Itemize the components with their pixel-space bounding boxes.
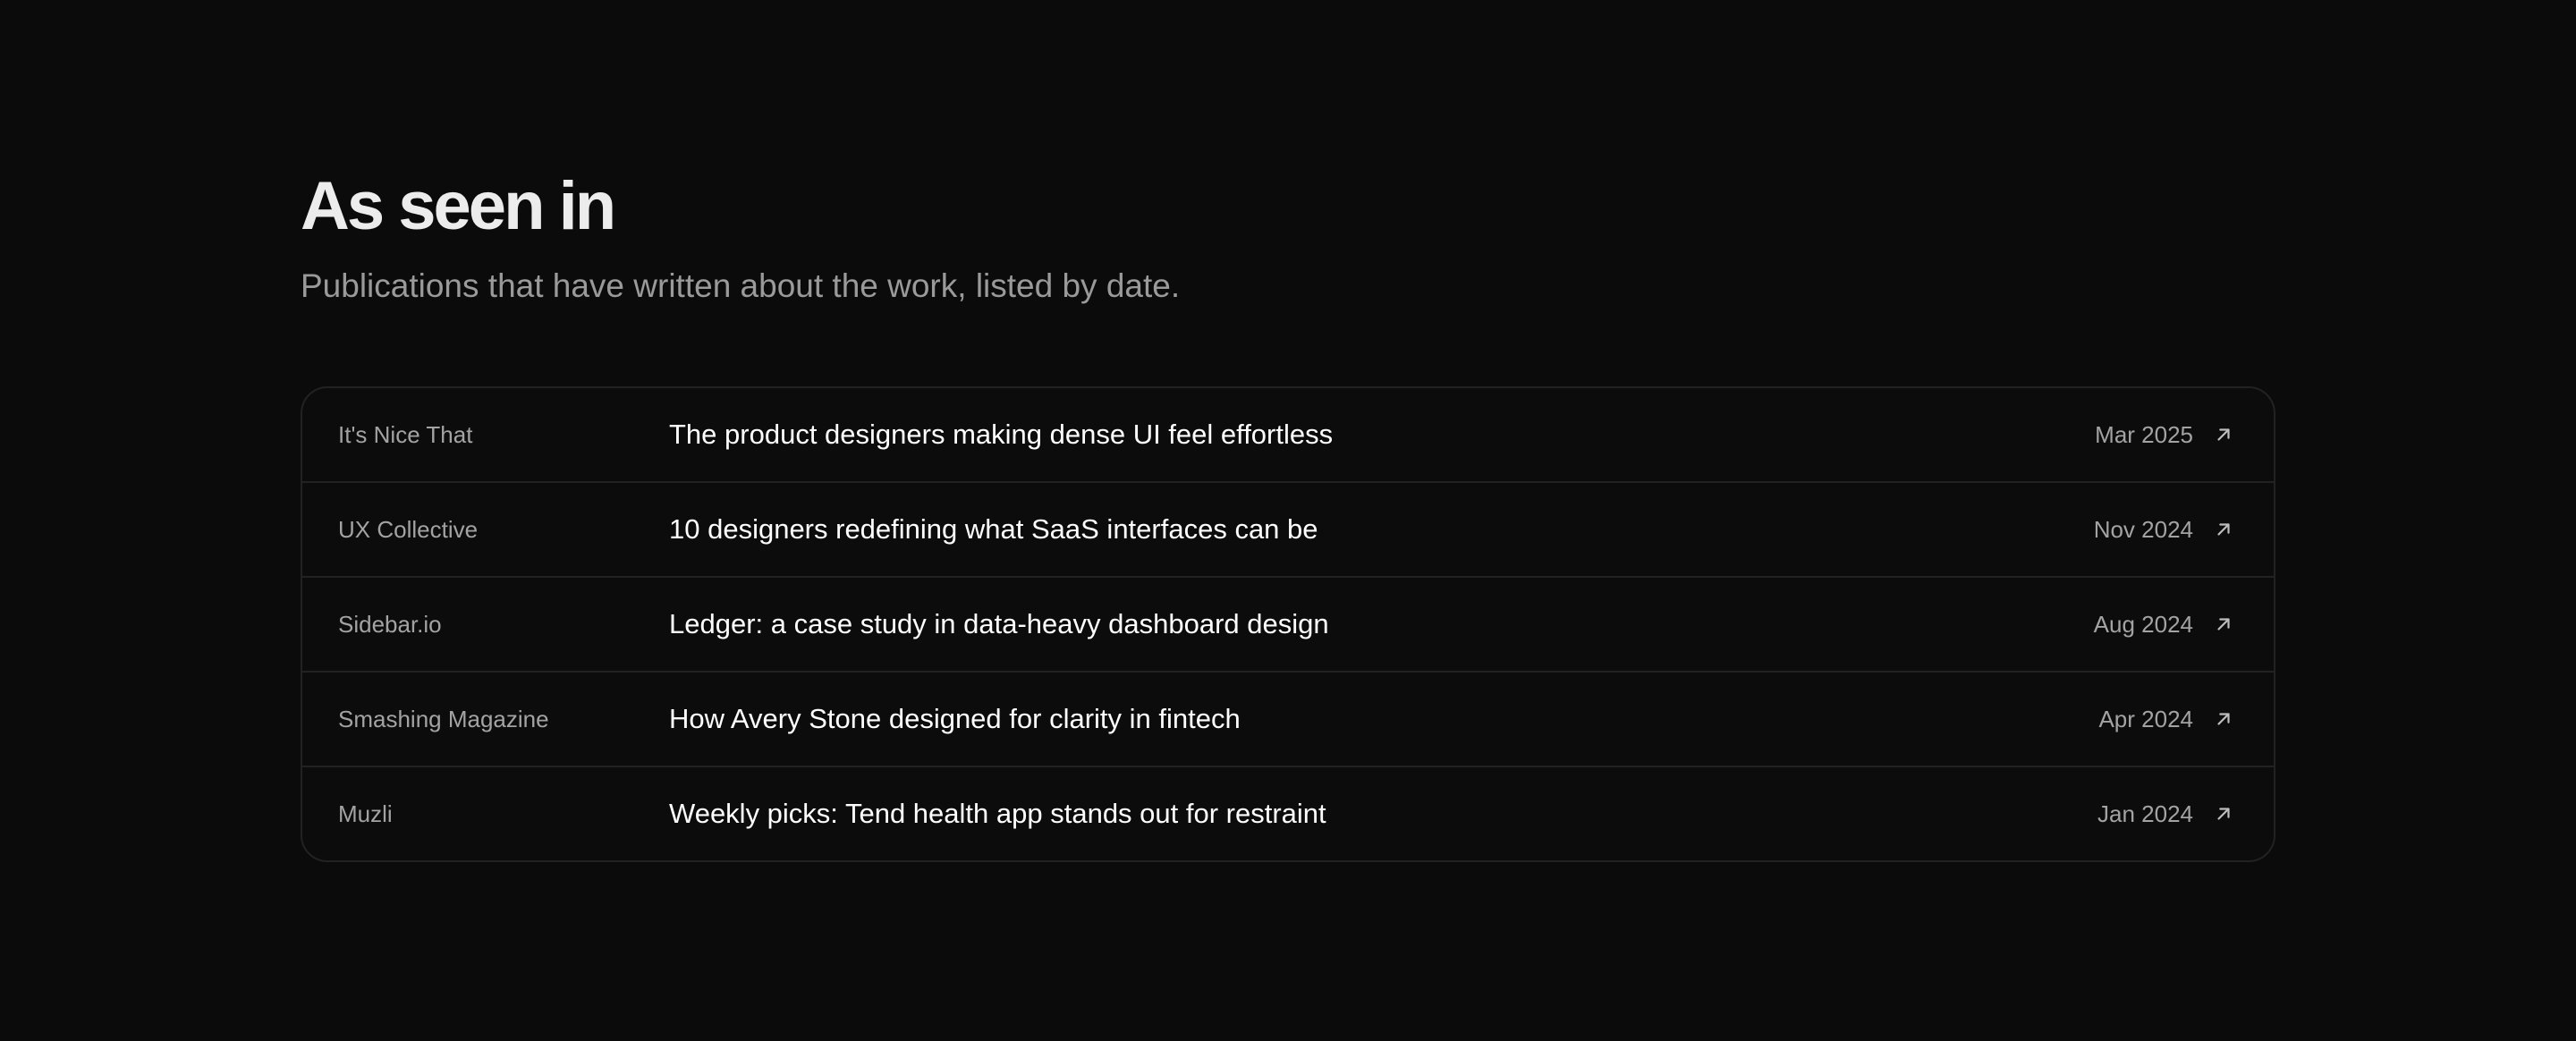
publication-name: Smashing Magazine [338,705,549,732]
press-row[interactable]: Muzli Weekly picks: Tend health app stan… [302,766,2274,860]
article-date: Aug 2024 [2093,610,2193,638]
article-headline[interactable]: Weekly picks: Tend health app stands out… [669,798,1326,830]
press-row[interactable]: It's Nice That The product designers mak… [302,388,2274,481]
section-subtitle: Publications that have written about the… [301,267,1181,304]
press-row[interactable]: UX Collective 10 designers redefining wh… [302,481,2274,576]
article-date: Jan 2024 [2097,800,2193,827]
article-headline[interactable]: How Avery Stone designed for clarity in … [669,703,1241,735]
publication-name: It's Nice That [338,420,473,448]
arrow-up-right-icon[interactable] [2213,803,2234,825]
arrow-up-right-icon[interactable] [2213,614,2234,635]
article-headline[interactable]: Ledger: a case study in data-heavy dashb… [669,608,1329,640]
article-date: Nov 2024 [2093,515,2193,543]
press-row[interactable]: Sidebar.io Ledger: a case study in data-… [302,576,2274,671]
arrow-up-right-icon[interactable] [2213,519,2234,540]
press-section: As seen in Publications that have writte… [301,166,2275,862]
article-date: Apr 2024 [2098,705,2193,732]
press-list: It's Nice That The product designers mak… [301,386,2275,862]
publication-name: Sidebar.io [338,610,442,638]
arrow-up-right-icon[interactable] [2213,424,2234,445]
article-headline[interactable]: 10 designers redefining what SaaS interf… [669,513,1318,546]
publication-name: UX Collective [338,515,479,543]
arrow-up-right-icon[interactable] [2213,708,2234,730]
press-row[interactable]: Smashing Magazine How Avery Stone design… [302,671,2274,766]
article-headline[interactable]: The product designers making dense UI fe… [669,419,1333,451]
publication-name: Muzli [338,800,393,827]
article-date: Mar 2025 [2095,420,2193,448]
section-title: As seen in [301,168,616,244]
